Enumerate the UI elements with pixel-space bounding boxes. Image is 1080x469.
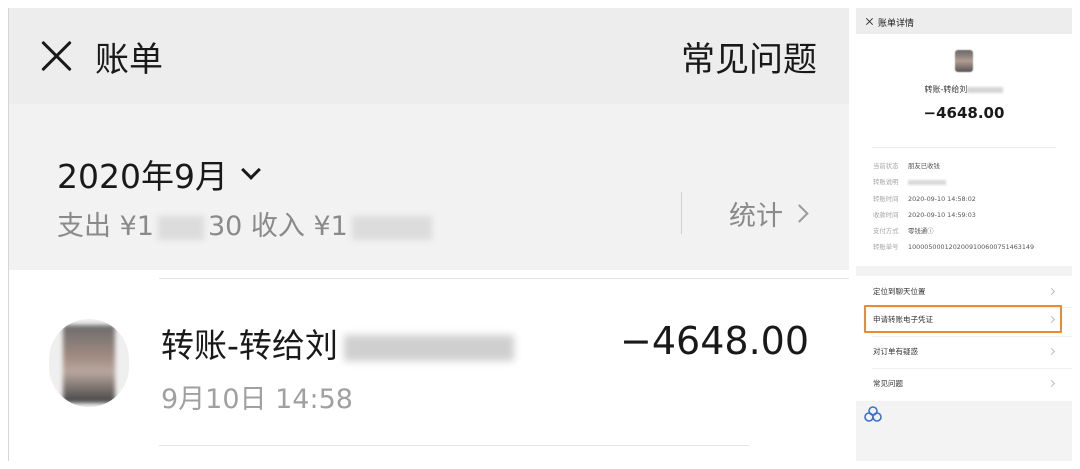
detail-label: 转账时间 — [873, 194, 899, 203]
order-doubt-item[interactable]: 对订单有疑惑 — [856, 336, 1072, 368]
expense-suffix: 30 — [207, 211, 243, 242]
detail-header: 账单详情 — [856, 8, 1072, 34]
bill-detail-screen: 账单详情 转账-转给刘 −4648.00 当前状态 朋友已收钱 转账说明 转账时… — [856, 8, 1072, 461]
stats-button[interactable]: 统计 — [729, 194, 809, 233]
detail-row: 当前状态 朋友已收钱 — [873, 158, 1068, 174]
month-label: 2020年9月 — [57, 157, 228, 196]
divider — [159, 445, 749, 446]
faq-link[interactable]: 常见问题 — [681, 32, 817, 81]
expense-prefix: 支出 ¥1 — [57, 211, 154, 242]
detail-label: 当前状态 — [873, 162, 899, 170]
chevron-right-icon — [1047, 287, 1056, 296]
action-label: 申请转账电子凭证 — [873, 315, 933, 324]
redacted-note — [908, 179, 946, 185]
detail-value: 零钱通ⓘ — [908, 227, 934, 236]
detail-value — [908, 174, 946, 190]
payee-text: 转账-转给刘 — [924, 85, 968, 94]
apply-transfer-voucher-item[interactable]: 申请转账电子凭证 — [856, 304, 1072, 336]
detail-row: 转账说明 — [873, 174, 1068, 190]
chevron-down-icon — [241, 160, 261, 180]
detail-label: 转账单号 — [873, 243, 899, 252]
detail-value: 2020-09-10 14:59:03 — [908, 210, 976, 219]
month-picker[interactable]: 2020年9月 — [57, 150, 261, 198]
redacted-name — [967, 86, 1004, 93]
divider — [681, 192, 682, 234]
detail-list: 当前状态 朋友已收钱 转账说明 转账时间 2020-09-10 14:58:02… — [873, 158, 1068, 256]
detail-label: 转账说明 — [873, 178, 899, 187]
redacted-name — [343, 334, 514, 361]
detail-row: 收款时间 2020-09-10 14:59:03 — [873, 207, 1068, 223]
bottom-area — [856, 401, 1072, 461]
action-label: 对订单有疑惑 — [873, 347, 918, 356]
bill-title: 转账-转给刘 — [161, 319, 514, 367]
faq-item[interactable]: 常见问题 — [856, 368, 1072, 400]
divider — [872, 147, 1056, 148]
detail-title: 账单详情 — [878, 19, 915, 29]
chevron-right-icon — [1047, 379, 1056, 388]
detail-row: 转账单号 1000050001202009100600751463149 — [873, 239, 1068, 255]
detail-value: 1000050001202009100600751463149 — [908, 243, 1035, 252]
detail-label: 收款时间 — [873, 210, 899, 219]
bill-list-screen: 账单 常见问题 2020年9月 支出 ¥1 30 收入 ¥1 统计 转账-转给刘 … — [8, 8, 849, 461]
bill-amount: −4648.00 — [620, 319, 809, 363]
detail-value: 2020-09-10 14:58:02 — [908, 194, 976, 203]
action-label: 常见问题 — [873, 379, 903, 388]
section-gap — [856, 266, 1072, 276]
bill-row[interactable]: 转账-转给刘 9月10日 14:58 −4648.00 — [9, 279, 849, 449]
chevron-right-icon — [1047, 347, 1056, 356]
bill-title-text: 转账-转给刘 — [161, 326, 338, 365]
close-icon[interactable] — [865, 17, 874, 26]
income-prefix: 收入 ¥1 — [250, 211, 348, 242]
bill-list-header: 账单 常见问题 — [9, 8, 849, 104]
stats-label: 统计 — [729, 201, 783, 232]
action-label: 定位到聊天位置 — [873, 287, 926, 296]
detail-value: 朋友已收钱 — [908, 162, 940, 170]
redacted-income — [351, 215, 432, 240]
detail-amount: −4648.00 — [923, 104, 1005, 122]
month-summary: 2020年9月 支出 ¥1 30 收入 ¥1 统计 — [9, 104, 849, 270]
detail-row: 转账时间 2020-09-10 14:58:02 — [873, 191, 1068, 207]
service-icon[interactable] — [864, 406, 882, 422]
payee-name: 转账-转给刘 — [856, 84, 1072, 95]
avatar — [49, 319, 129, 407]
totals-text: 支出 ¥1 30 收入 ¥1 — [57, 204, 436, 243]
bill-time: 9月10日 14:58 — [161, 384, 353, 415]
chevron-right-icon — [1047, 315, 1056, 324]
chevron-right-icon — [790, 204, 809, 223]
detail-row: 支付方式 零钱通ⓘ — [873, 223, 1068, 239]
page-title: 账单 — [95, 40, 163, 80]
redacted-amount — [157, 215, 204, 240]
close-icon[interactable] — [37, 36, 77, 76]
avatar — [955, 50, 973, 72]
detail-label: 支付方式 — [873, 227, 899, 236]
